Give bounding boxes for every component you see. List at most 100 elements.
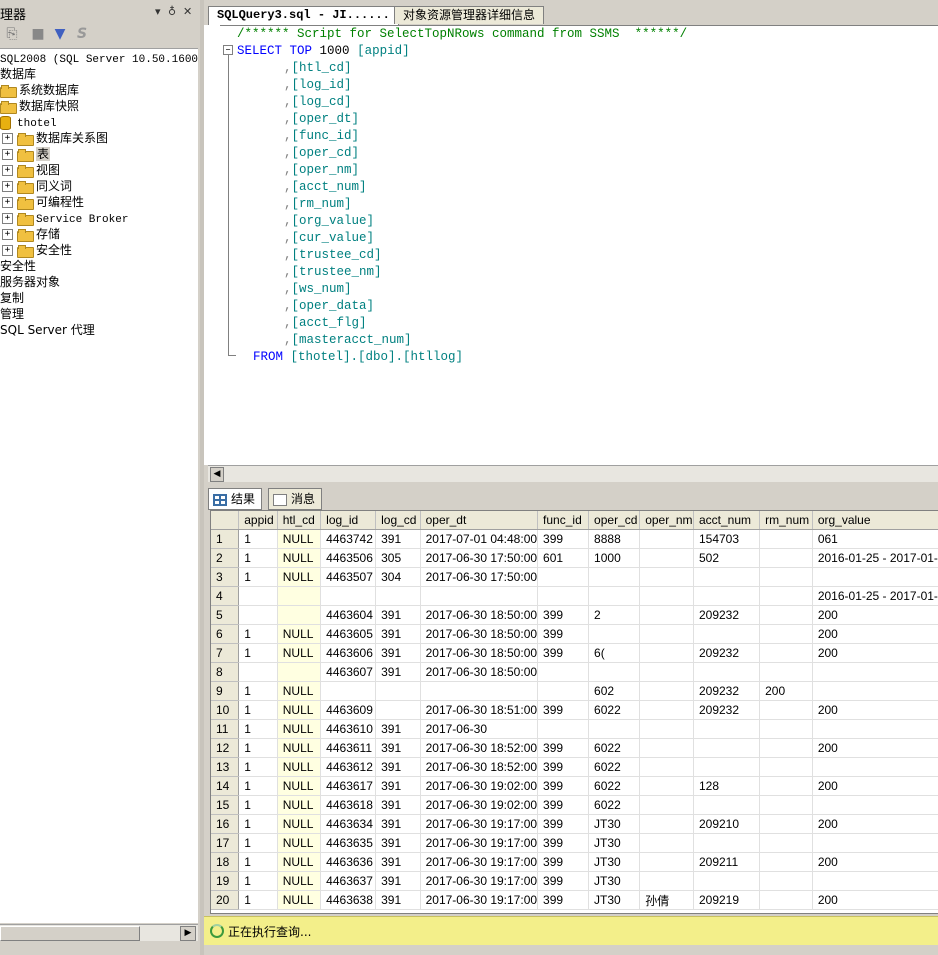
grid-cell[interactable]: NULL [277, 757, 322, 777]
grid-cell[interactable] [759, 605, 813, 625]
grid-cell[interactable]: 209232 [693, 643, 761, 663]
grid-cell[interactable]: 1 [238, 890, 278, 910]
row-number[interactable]: 11 [211, 719, 240, 739]
grid-cell[interactable] [759, 738, 813, 758]
table-row[interactable]: 4 2016-01-25 - 2017-01- [211, 586, 938, 606]
grid-cell[interactable]: 2017-06-30 19:02:00 [420, 776, 539, 796]
grid-cell[interactable] [759, 586, 813, 606]
grid-cell[interactable]: 1 [238, 833, 278, 853]
grid-cell[interactable] [639, 814, 694, 834]
filter-icon[interactable]: ▼ [52, 26, 68, 42]
grid-cell[interactable]: 6( [588, 643, 641, 663]
grid-cell[interactable] [693, 662, 761, 682]
grid-cell[interactable] [759, 662, 813, 682]
row-number[interactable]: 4 [211, 586, 240, 606]
column-header[interactable]: rm_num [759, 511, 813, 530]
grid-cell[interactable] [812, 795, 938, 815]
tree-node[interactable]: + 同义词 [2, 178, 72, 194]
column-header[interactable]: htl_cd [277, 511, 322, 530]
grid-cell[interactable]: 391 [375, 890, 421, 910]
grid-cell[interactable]: NULL [277, 700, 322, 720]
grid-cell[interactable] [639, 643, 694, 663]
expand-icon[interactable]: + [2, 213, 13, 224]
grid-cell[interactable] [759, 700, 813, 720]
grid-cell[interactable]: 2017-06-30 18:52:00 [420, 738, 539, 758]
table-row[interactable]: 2 1 NULL 4463506 305 2017-06-30 17:50:00 601 10… [211, 548, 938, 568]
table-row[interactable]: 8 4463607 391 2017-06-30 18:50:00 [211, 662, 938, 682]
column-header[interactable]: oper_dt [420, 511, 539, 530]
tree-node[interactable]: 系统数据库 [0, 82, 79, 98]
disconnect-icon[interactable]: ⎘ [4, 26, 20, 42]
column-header[interactable]: oper_cd [588, 511, 641, 530]
grid-cell[interactable] [759, 871, 813, 891]
grid-cell[interactable]: 391 [375, 871, 421, 891]
grid-cell[interactable] [693, 871, 761, 891]
tab-results[interactable]: 结果 [208, 488, 263, 510]
grid-cell[interactable] [238, 605, 278, 625]
grid-cell[interactable]: 209232 [693, 605, 761, 625]
query-editor[interactable]: − /****** Script for SelectTopNRows comm… [220, 25, 938, 466]
table-row[interactable]: 15 1 NULL 4463618 391 2017-06-30 19:02:00 399 6… [211, 795, 938, 815]
grid-cell[interactable]: 4463605 [320, 624, 377, 644]
grid-cell[interactable] [759, 776, 813, 796]
tree-node[interactable]: + 可编程性 [2, 194, 84, 210]
grid-cell[interactable]: NULL [277, 643, 322, 663]
grid-cell[interactable]: 200 [812, 890, 938, 910]
grid-cell[interactable]: 391 [375, 833, 421, 853]
row-number[interactable]: 19 [211, 871, 240, 891]
grid-cell[interactable]: NULL [277, 548, 322, 568]
grid-cell[interactable]: JT30 [588, 814, 641, 834]
tree-node[interactable]: + 数据库关系图 [2, 130, 108, 146]
table-row[interactable]: 7 1 NULL 4463606 391 2017-06-30 18:50:00 399 6(… [211, 643, 938, 663]
grid-cell[interactable] [639, 586, 694, 606]
grid-cell[interactable] [639, 871, 694, 891]
grid-cell[interactable]: 391 [375, 776, 421, 796]
grid-cell[interactable] [639, 662, 694, 682]
grid-cell[interactable]: 1 [238, 529, 278, 549]
expand-icon[interactable]: + [2, 245, 13, 256]
table-row[interactable]: 13 1 NULL 4463612 391 2017-06-30 18:52:00 399 6… [211, 757, 938, 777]
row-number[interactable]: 16 [211, 814, 240, 834]
grid-cell[interactable]: 209211 [693, 852, 761, 872]
grid-cell[interactable]: 1 [238, 776, 278, 796]
grid-cell[interactable] [238, 586, 278, 606]
grid-cell[interactable]: 2017-06-30 18:51:00 [420, 700, 539, 720]
grid-cell[interactable]: 2017-06-30 19:17:00 [420, 814, 539, 834]
tab-object-explorer-details[interactable]: 对象资源管理器详细信息 [394, 6, 545, 24]
grid-cell[interactable] [639, 738, 694, 758]
table-row[interactable]: 19 1 NULL 4463637 391 2017-06-30 19:17:00 399 J… [211, 871, 938, 891]
grid-cell[interactable]: 孙倩 [639, 890, 694, 910]
column-header[interactable]: log_cd [375, 511, 421, 530]
stop-icon[interactable]: ■ [30, 26, 46, 42]
grid-cell[interactable]: 399 [537, 890, 590, 910]
expand-icon[interactable]: + [2, 181, 13, 192]
grid-cell[interactable]: 6022 [588, 700, 641, 720]
row-number[interactable]: 5 [211, 605, 240, 625]
grid-cell[interactable] [693, 757, 761, 777]
table-row[interactable]: 1 1 NULL 4463742 391 2017-07-01 04:48:00 399 88… [211, 529, 938, 549]
grid-cell[interactable]: 209232 [693, 681, 761, 701]
grid-cell[interactable]: 200 [812, 605, 938, 625]
grid-cell[interactable]: 305 [375, 548, 421, 568]
grid-cell[interactable]: 2017-06-30 19:17:00 [420, 852, 539, 872]
grid-cell[interactable] [588, 586, 641, 606]
grid-cell[interactable]: 391 [375, 605, 421, 625]
tree-node[interactable]: 复制 [0, 290, 24, 306]
column-header[interactable]: acct_num [693, 511, 761, 530]
grid-cell[interactable] [537, 567, 590, 587]
grid-cell[interactable]: NULL [277, 814, 322, 834]
grid-cell[interactable] [693, 795, 761, 815]
row-number[interactable]: 12 [211, 738, 240, 758]
grid-cell[interactable]: 1 [238, 795, 278, 815]
grid-cell[interactable]: NULL [277, 833, 322, 853]
grid-cell[interactable]: 200 [759, 681, 813, 701]
grid-cell[interactable]: 209219 [693, 890, 761, 910]
grid-cell[interactable]: 4463617 [320, 776, 377, 796]
grid-cell[interactable]: 200 [812, 814, 938, 834]
grid-cell[interactable]: NULL [277, 795, 322, 815]
table-row[interactable]: 16 1 NULL 4463634 391 2017-06-30 19:17:00 399 J… [211, 814, 938, 834]
grid-cell[interactable] [639, 605, 694, 625]
grid-cell[interactable]: 391 [375, 529, 421, 549]
grid-cell[interactable]: 2016-01-25 - 2017-01- [812, 586, 938, 606]
grid-cell[interactable]: 391 [375, 757, 421, 777]
